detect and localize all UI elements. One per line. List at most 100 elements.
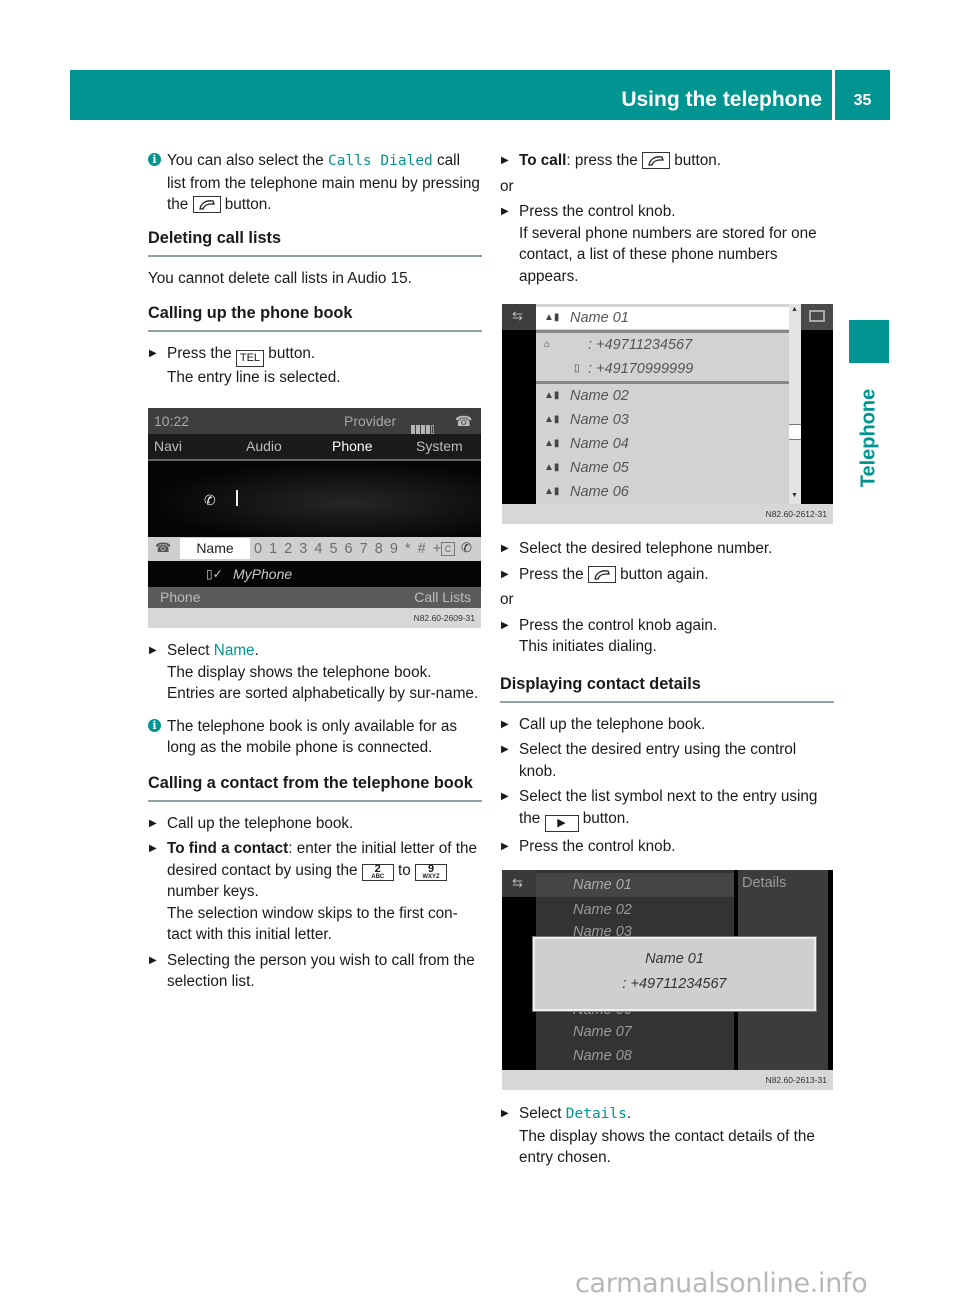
entry-name: Name 01 xyxy=(573,877,632,893)
step-call-up-book: Call up the telephone book. xyxy=(500,714,834,736)
heading-deleting-call-lists: Deleting call lists xyxy=(148,228,482,257)
list-item-selected[interactable]: ▲▮ Name 01 xyxy=(536,307,789,329)
step-text: to xyxy=(393,861,415,879)
menu-item-phone[interactable]: Phone xyxy=(332,434,372,459)
mobile-icon: ▯ xyxy=(574,363,580,374)
calls-dialed-code: Calls Dialed xyxy=(328,153,433,169)
watermark[interactable]: carmanualsonline.info xyxy=(575,1268,868,1299)
info-text: You can also select the xyxy=(167,152,329,169)
contact-icon: ▲▮ xyxy=(544,414,560,425)
entry-name: Name 04 xyxy=(570,436,629,452)
step-press-knob: Press the control knob. xyxy=(500,836,834,858)
number-row-home[interactable]: ⌂: +49711234567 xyxy=(536,333,789,357)
digit-keypad[interactable]: 0 1 2 3 4 5 6 7 8 9 * # + xyxy=(254,537,443,561)
step-select-number: Select the desired telephone number. xyxy=(500,538,834,560)
contact-icon: ▲▮ xyxy=(544,438,560,449)
step-to-call: To call: press the button. xyxy=(500,150,834,172)
home-icon: ⌂ xyxy=(544,339,551,350)
device-name: MyPhone xyxy=(233,566,293,582)
step-text: Press the control knob. xyxy=(519,203,676,220)
clear-key[interactable]: C xyxy=(441,542,455,556)
scroll-up-icon[interactable]: ▲ xyxy=(791,306,798,313)
step-text: : press the xyxy=(566,152,642,169)
back-icon: ⇆ xyxy=(512,875,523,890)
step-press-tel: Press the TEL button. The entry line is … xyxy=(148,343,482,389)
scroll-thumb[interactable] xyxy=(789,424,801,440)
step-find-contact: To find a contact: enter the initial let… xyxy=(148,838,482,946)
info-text: The telephone book is only available for… xyxy=(167,717,457,757)
name-option[interactable]: Name xyxy=(180,538,250,559)
list-item[interactable]: ▲▮ Name 02 xyxy=(536,384,789,408)
entry-name: Name 03 xyxy=(570,412,629,428)
phone-menu-screenshot: 10:22 Provider ☎ Navi Audio Phone System… xyxy=(148,408,481,628)
number-row-mobile[interactable]: ▯: +49170999999 xyxy=(536,357,789,381)
hang-up-icon: ☎ xyxy=(455,413,473,429)
or-text: or xyxy=(500,177,514,195)
step-detail: This initiates dialing. xyxy=(519,638,657,655)
list-item-selected[interactable]: Name 01 xyxy=(536,873,734,897)
list-item[interactable]: Name 07 xyxy=(536,1020,734,1044)
back-icon: ⇆ xyxy=(512,308,523,323)
list-item[interactable]: Name 02 xyxy=(536,898,734,922)
step-press-knob: Press the control knob. If several phone… xyxy=(500,201,834,287)
left-column: i You can also select the Calls Dialed c… xyxy=(148,150,482,393)
entry-name: Name 08 xyxy=(573,1048,632,1064)
key-letters: ABC xyxy=(371,873,385,880)
step-select-entry: Select the desired entry using the contr… xyxy=(500,739,834,782)
info-text: button. xyxy=(220,196,272,213)
menu-item-navi[interactable]: Navi xyxy=(154,434,182,459)
step-list-symbol: Select the list symbol next to the entry… xyxy=(500,786,834,832)
name-code: Name xyxy=(213,642,255,659)
info-icon: i xyxy=(148,153,161,166)
step-detail: The display shows the contact details of… xyxy=(519,1127,815,1167)
info-icon: i xyxy=(148,718,161,732)
list-item[interactable]: Name 08 xyxy=(536,1044,734,1068)
call-icon[interactable]: ✆ xyxy=(461,540,472,556)
step-detail: The entry line is selected. xyxy=(167,369,341,386)
step-selecting-person: Selecting the person you wish to call fr… xyxy=(148,950,482,993)
text-cursor xyxy=(236,490,238,506)
signal-strength-icon xyxy=(411,416,439,434)
scrollbar[interactable]: ▲ ▼ xyxy=(789,304,801,504)
list-item[interactable]: ▲▮ Name 03 xyxy=(536,408,789,432)
info-note-phonebook: i The telephone book is only available f… xyxy=(148,716,482,759)
end-call-icon: ☎ xyxy=(155,540,172,555)
popup-name: Name 01 xyxy=(645,951,704,967)
contact-details-popup: Name 01 : +49711234567 xyxy=(533,937,816,1011)
scroll-down-icon[interactable]: ▼ xyxy=(791,492,798,499)
step-press-again: Press the button again. xyxy=(500,564,834,586)
right-column-bottom: Select Details. The display shows the co… xyxy=(500,1103,834,1173)
step-select-details: Select Details. The display shows the co… xyxy=(500,1103,834,1169)
list-item[interactable]: ▲▮ Name 04 xyxy=(536,432,789,456)
list-item[interactable]: ▲▮ Name 05 xyxy=(536,456,789,480)
side-tab-marker xyxy=(849,320,889,363)
list-symbol-button[interactable] xyxy=(801,304,833,330)
bottom-call-lists[interactable]: Call Lists xyxy=(414,587,471,608)
bluetooth-phone-icon: ▯✓ xyxy=(206,567,223,581)
back-button[interactable]: ⇆ xyxy=(502,304,536,330)
list-item[interactable]: ▲▮ Name 06 xyxy=(536,480,789,504)
menu-item-audio[interactable]: Audio xyxy=(246,434,282,459)
entry-name: Name 06 xyxy=(570,484,629,500)
step-text: button again. xyxy=(615,565,709,583)
bottom-phone[interactable]: Phone xyxy=(160,587,200,608)
main-menu-bar: Navi Audio Phone System xyxy=(148,434,481,461)
step-text: Press the xyxy=(519,565,588,583)
contact-icon: ▲▮ xyxy=(544,390,560,401)
contact-icon: ▲▮ xyxy=(544,312,560,323)
figure-code: N82.60-2613-31 xyxy=(502,1070,833,1090)
bottom-bar: Phone Call Lists xyxy=(148,587,481,608)
step-detail: The selection window skips to the first … xyxy=(167,904,458,944)
section-title-text: Using the telephone xyxy=(621,88,822,111)
status-bar: 10:22 Provider ☎ xyxy=(148,408,481,434)
figure-code-text: N82.60-2612-31 xyxy=(765,509,827,519)
back-button[interactable]: ⇆ xyxy=(502,870,536,897)
step-knob-again: Press the control knob again. This initi… xyxy=(500,615,834,658)
menu-item-system[interactable]: System xyxy=(416,434,463,459)
popup-number: : +49711234567 xyxy=(622,976,727,992)
provider-label: Provider xyxy=(344,413,397,429)
dial-area: ✆ xyxy=(148,461,481,537)
key-letters: WXYZ xyxy=(422,873,440,880)
info-note-calls-dialed: i You can also select the Calls Dialed c… xyxy=(148,150,482,216)
left-column-lower: Select Name. The display shows the telep… xyxy=(148,640,482,997)
